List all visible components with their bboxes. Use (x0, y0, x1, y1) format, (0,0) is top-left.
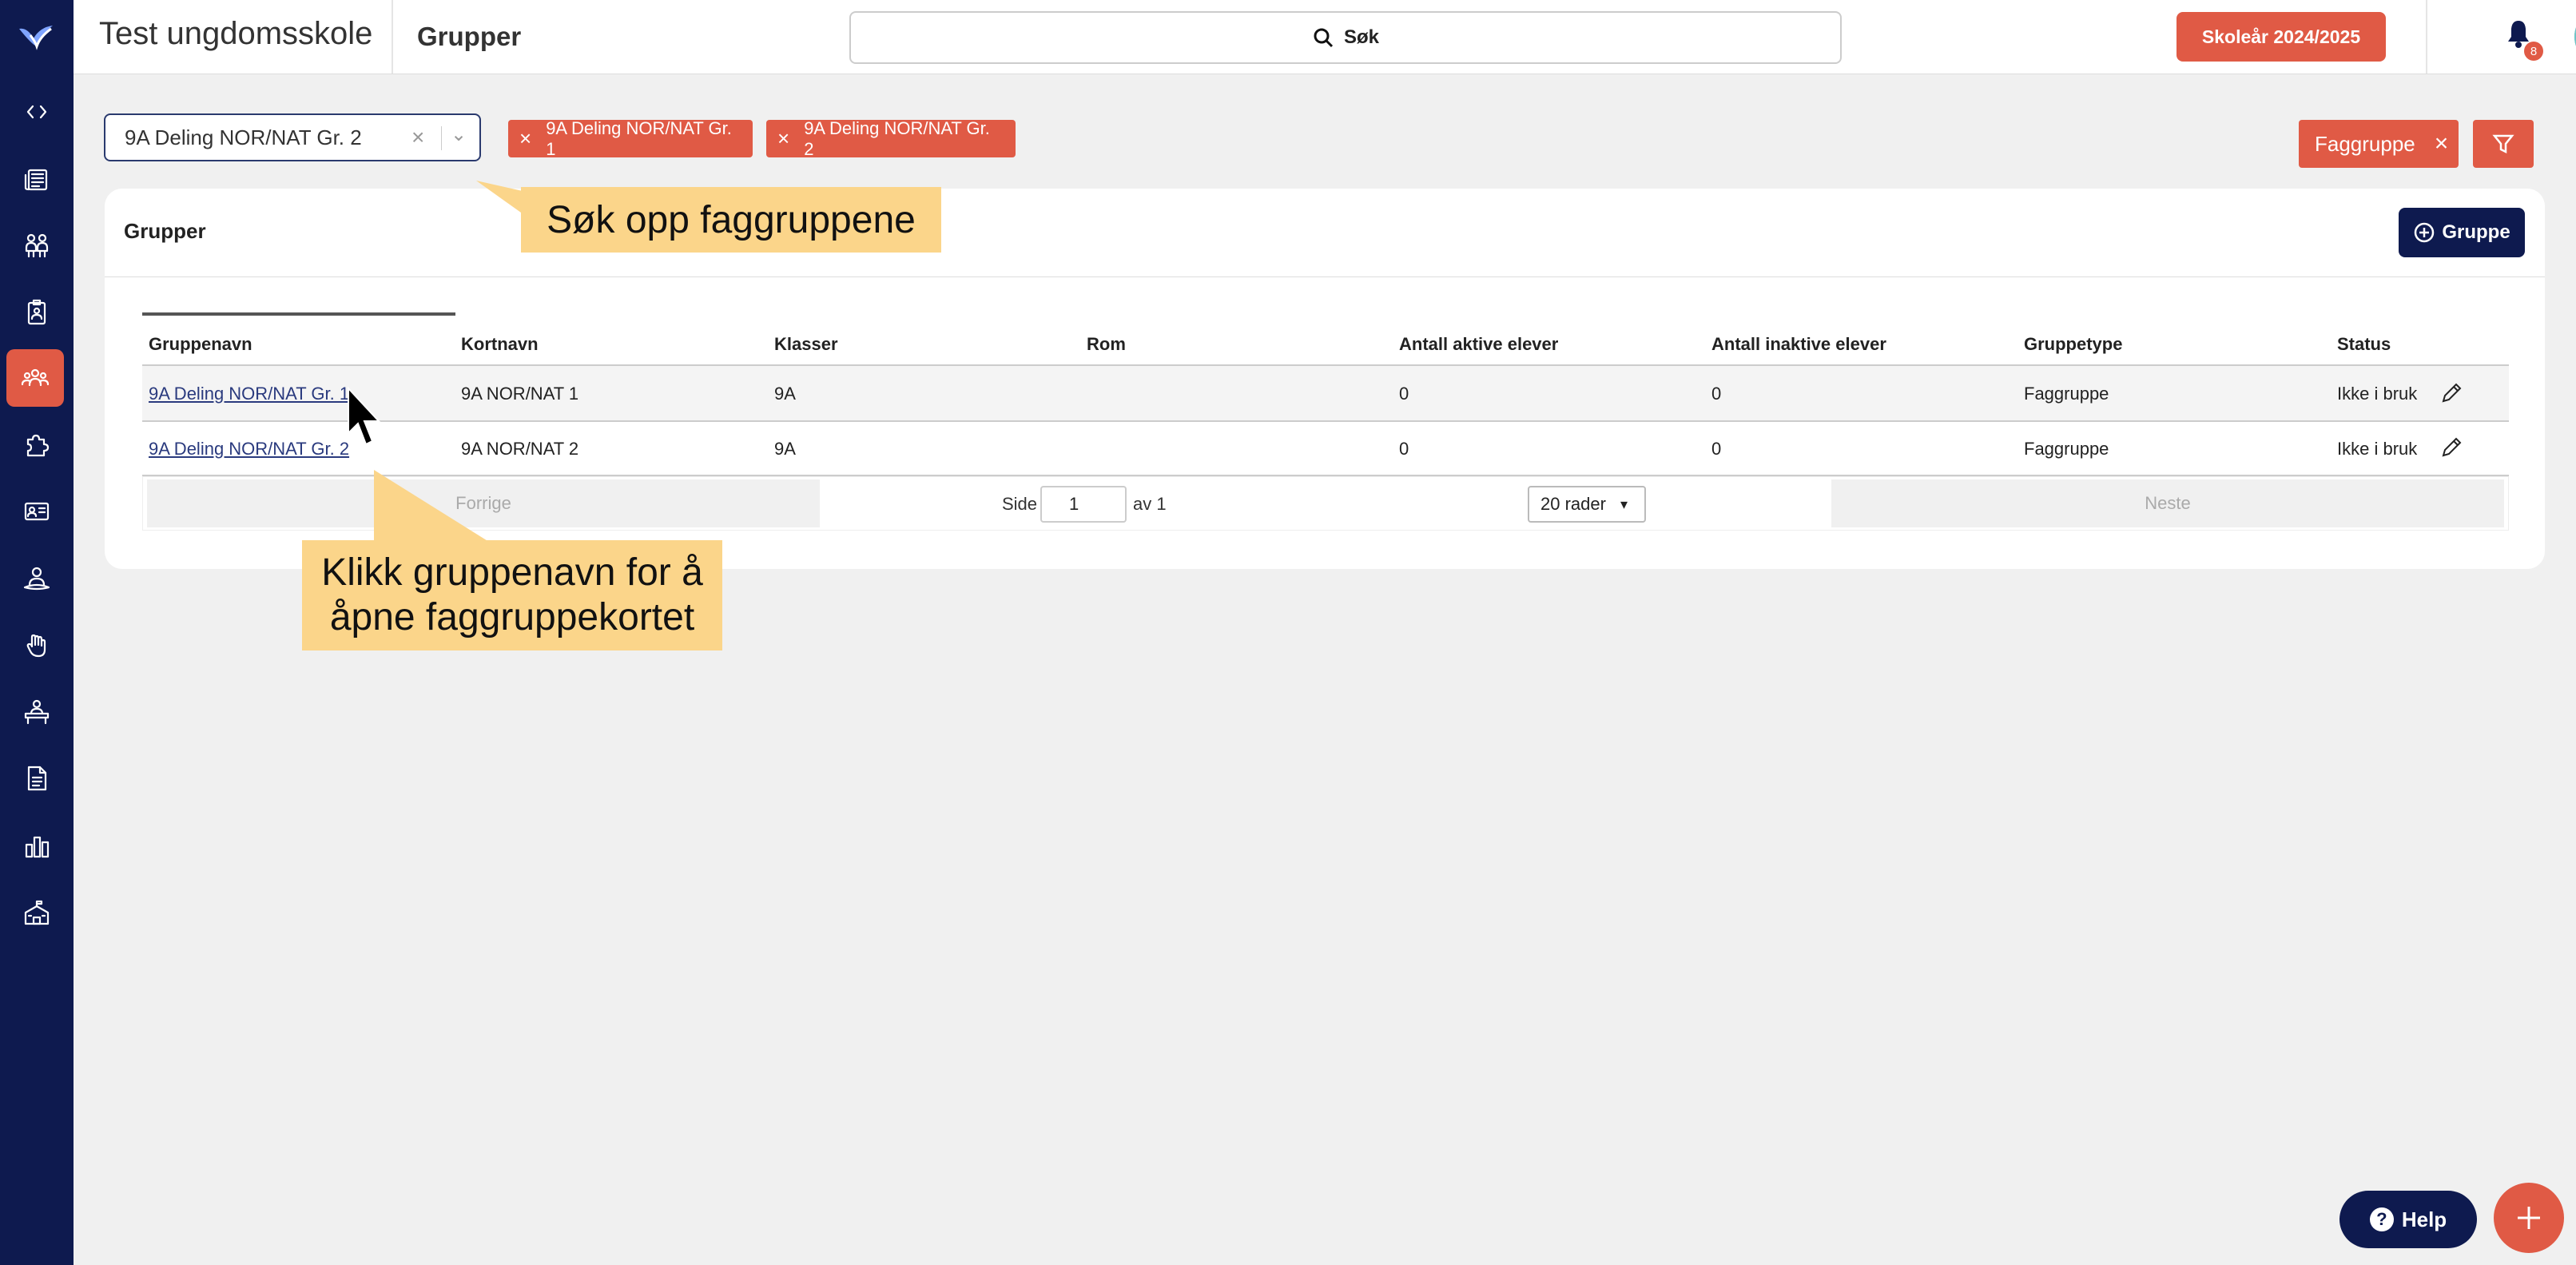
sidebar (0, 0, 74, 1265)
search-hint-callout: Søk opp faggruppene (521, 187, 941, 253)
group-type-chip[interactable]: Faggruppe × (2299, 120, 2459, 168)
person-support-icon[interactable] (16, 558, 58, 599)
help-button[interactable]: ? Help (2339, 1191, 2477, 1248)
status: Ikke i bruk (2337, 384, 2418, 404)
group-name-link-text[interactable]: 9A Deling NOR/NAT Gr. 2 (149, 439, 349, 459)
group-type: Faggruppe (2024, 384, 2109, 404)
top-bar: Test ungdomsskole Grupper Søk Skoleår 20… (74, 0, 2576, 74)
column-header[interactable]: Gruppenavn (149, 334, 252, 355)
active-students: 0 (1399, 384, 1409, 404)
chevron-down-icon[interactable]: ⌄ (451, 123, 467, 146)
edit-pencil-icon[interactable] (2439, 435, 2464, 460)
bar-chart-icon[interactable] (16, 825, 58, 867)
divider (441, 126, 442, 150)
inactive-students: 0 (1711, 384, 1722, 404)
column-header[interactable]: Gruppetype (2024, 334, 2122, 355)
toggle-sidebar-icon[interactable] (16, 91, 58, 133)
divider (142, 420, 2509, 422)
groups-icon[interactable] (6, 349, 64, 407)
page-total: av 1 (1133, 494, 1167, 514)
column-header[interactable]: Status (2337, 334, 2391, 355)
app-logo-icon[interactable] (16, 21, 58, 53)
edit-pencil-icon[interactable] (2439, 380, 2464, 406)
active-tab-indicator (142, 312, 455, 316)
filter-icon (2492, 134, 2514, 154)
click-hint-callout: Klikk gruppenavn for å åpne faggruppekor… (302, 540, 722, 650)
filter-chip[interactable]: × 9A Deling NOR/NAT Gr. 1 (508, 117, 753, 159)
filter-chip-label: 9A Deling NOR/NAT Gr. 1 (546, 117, 732, 159)
page-number-input[interactable]: 1 (1040, 486, 1127, 523)
add-group-button[interactable]: Gruppe (2399, 208, 2525, 257)
school-year-button[interactable]: Skoleår 2024/2025 (2176, 12, 2386, 62)
divider (105, 276, 2545, 277)
classes: 9A (774, 384, 796, 404)
click-hint-line: åpne faggruppekortet (329, 596, 695, 638)
next-page-button[interactable]: Neste (1831, 479, 2504, 527)
school-name: Test ungdomsskole (99, 16, 373, 51)
classes: 9A (774, 439, 796, 459)
page-title: Grupper (417, 22, 522, 51)
hand-raise-icon[interactable] (16, 625, 58, 666)
page-label: Side (1002, 494, 1038, 514)
group-name-link[interactable]: 9A Deling NOR/NAT Gr. 2 (149, 439, 349, 459)
chevron-down-icon: ▾ (1620, 495, 1628, 512)
notification-badge: 8 (2524, 42, 2543, 61)
document-icon[interactable] (16, 758, 58, 799)
plus-icon (2518, 1207, 2540, 1229)
help-label: Help (2401, 1207, 2447, 1231)
column-header[interactable]: Klasser (774, 334, 838, 355)
close-icon[interactable]: × (519, 126, 531, 151)
short-name: 9A NOR/NAT 2 (461, 439, 579, 459)
select-value: 9A Deling NOR/NAT Gr. 2 (125, 125, 362, 149)
group-type: Faggruppe (2024, 439, 2109, 459)
id-card-icon[interactable] (16, 491, 58, 532)
card-title: Grupper (124, 219, 206, 243)
mouse-cursor-icon (348, 387, 381, 446)
column-header[interactable]: Rom (1087, 334, 1126, 355)
active-students: 0 (1399, 439, 1409, 459)
add-group-label: Gruppe (2442, 221, 2510, 243)
status: Ikke i bruk (2337, 439, 2418, 459)
column-header[interactable]: Kortnavn (461, 334, 539, 355)
search-input[interactable]: Søk (849, 11, 1842, 64)
add-fab-button[interactable] (2494, 1183, 2564, 1253)
filter-button[interactable] (2473, 120, 2534, 168)
divider (2426, 0, 2427, 74)
filter-chip[interactable]: × 9A Deling NOR/NAT Gr. 2 (766, 117, 1016, 159)
rows-per-page-value: 20 rader (1540, 494, 1606, 514)
clear-icon[interactable]: × (411, 125, 424, 150)
column-header[interactable]: Antall aktive elever (1399, 334, 1558, 355)
divider (392, 0, 393, 74)
click-hint-line: Klikk gruppenavn for å (321, 551, 703, 594)
search-label: Søk (1343, 26, 1379, 48)
school-building-icon[interactable] (16, 893, 58, 934)
group-name-link-text[interactable]: 9A Deling NOR/NAT Gr. 1 (149, 384, 349, 404)
group-search-select[interactable]: 9A Deling NOR/NAT Gr. 2 × ⌄ (104, 113, 481, 161)
news-icon[interactable] (16, 158, 58, 200)
filter-chip-label: 9A Deling NOR/NAT Gr. 2 (804, 117, 990, 159)
desk-icon[interactable] (16, 691, 58, 733)
puzzle-icon[interactable] (16, 424, 58, 466)
callout-pointer (374, 470, 489, 542)
short-name: 9A NOR/NAT 1 (461, 384, 579, 404)
clipboard-person-icon[interactable] (16, 292, 58, 333)
close-icon[interactable]: × (2435, 130, 2449, 157)
rows-per-page-select[interactable]: 20 rader ▾ (1528, 486, 1646, 523)
question-icon: ? (2369, 1207, 2394, 1231)
search-icon (1314, 28, 1334, 48)
group-name-link[interactable]: 9A Deling NOR/NAT Gr. 1 (149, 384, 349, 404)
people-icon[interactable] (16, 225, 58, 266)
inactive-students: 0 (1711, 439, 1722, 459)
close-icon[interactable]: × (777, 126, 789, 151)
column-header[interactable]: Antall inaktive elever (1711, 334, 1886, 355)
group-type-chip-label: Faggruppe (2315, 131, 2415, 156)
plus-circle-icon (2415, 222, 2435, 243)
